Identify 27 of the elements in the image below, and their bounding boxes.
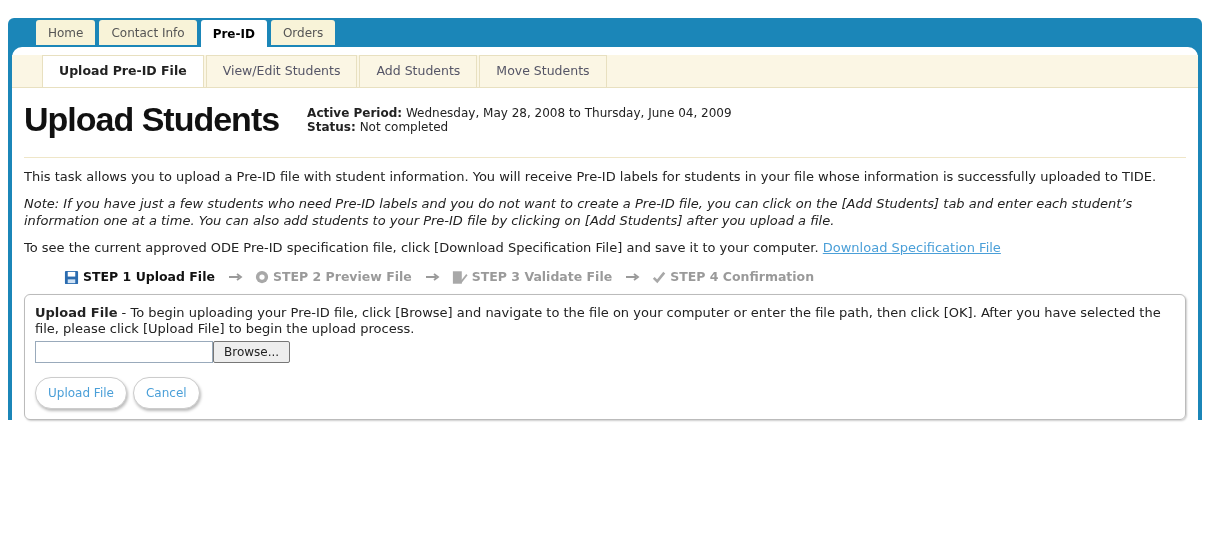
step-label: STEP 1 Upload File	[83, 267, 215, 286]
document-pencil-icon	[451, 269, 468, 285]
nav-tab[interactable]: Orders	[270, 20, 336, 45]
active-period-text: Active Period: Wednesday, May 28, 2008 to Thursday, June 04, 2009	[307, 105, 732, 120]
intro-paragraph: This task allows you to upload a Pre-ID file with student information. You will receive Pre-ID labels for students in your file whose information is successfully uploaded to TIDE.	[24, 168, 1158, 185]
sub-tab[interactable]: Move Students	[479, 55, 607, 87]
nav-tab[interactable]: Contact Info	[99, 20, 197, 45]
sub-tab[interactable]: View/Edit Students	[205, 55, 358, 87]
check-icon	[652, 270, 667, 284]
arrow-right-icon	[425, 273, 440, 281]
upload-instructions: Upload File - To begin uploading your Pre-ID file, click [Browse] and navigate to the file on your computer or enter the file path, then click [OK]. After you have selected the file, please click [Upload File] to begin the upload process.	[35, 305, 1162, 337]
file-path-field[interactable]	[35, 341, 213, 363]
nav-tab[interactable]: Pre-ID	[200, 20, 267, 47]
status-text: Status: Not completed	[307, 119, 449, 134]
nav-tab[interactable]: Home	[36, 20, 96, 45]
page-title: Upload Students	[24, 99, 280, 140]
arrow-right-icon	[626, 273, 641, 281]
note-paragraph: Note: If you have just a few students who need Pre-ID labels and you do not want to create a Pre-ID file, you can click on the [Add Students] tab and enter each student’s information one at a time. You can also add students to your Pre-ID file by clicking on [Add Students] after you upload a file.	[24, 195, 1134, 229]
step-label: STEP 3 Validate File	[471, 267, 613, 286]
step-label: STEP 2 Preview File	[272, 267, 412, 286]
step-label: STEP 4 Confirmation	[670, 267, 815, 286]
disc-icon	[254, 270, 269, 284]
browse-button[interactable]: Browse...	[213, 341, 291, 363]
sub-tab[interactable]: Upload Pre-ID File	[42, 55, 204, 87]
arrow-right-icon	[228, 273, 243, 281]
specification-paragraph: To see the current approved ODE Pre-ID specification file, click [Download Specification File] and save it to your computer. Download Specification File	[24, 239, 1002, 256]
sub-tab[interactable]: Add Students	[359, 55, 478, 87]
